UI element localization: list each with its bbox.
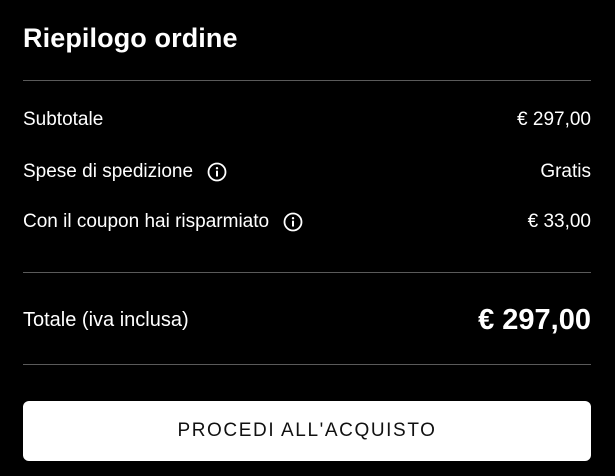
divider [23,364,591,365]
subtotal-label-wrap: Subtotale [23,105,103,135]
total-label: Totale (iva inclusa) [23,308,189,331]
coupon-savings-label: Con il coupon hai risparmiato [23,211,270,232]
divider [23,80,591,81]
subtotal-label: Subtotale [23,109,104,130]
coupon-savings-row: Con il coupon hai risparmiato € 33,00 [23,207,591,237]
order-summary-title: Riepilogo ordine [23,23,238,53]
total-row: Totale (iva inclusa) € 297,00 [23,300,591,340]
subtotal-row: Subtotale € 297,00 [23,105,591,135]
proceed-to-checkout-button[interactable]: PROCEDI ALL'ACQUISTO [23,401,591,461]
total-value: € 297,00 [478,303,591,336]
shipping-value: Gratis [540,161,591,182]
order-summary-panel: Riepilogo ordine Subtotale € 297,00 Spes… [0,0,615,476]
shipping-info-icon[interactable] [206,161,228,183]
shipping-label: Spese di spedizione [23,161,194,182]
shipping-row: Spese di spedizione Gratis [23,157,591,187]
subtotal-value: € 297,00 [517,109,591,130]
divider [23,272,591,273]
coupon-savings-value: € 33,00 [527,211,591,232]
shipping-label-wrap: Spese di spedizione [23,157,228,187]
coupon-info-icon[interactable] [282,211,304,233]
coupon-label-wrap: Con il coupon hai risparmiato [23,207,304,237]
